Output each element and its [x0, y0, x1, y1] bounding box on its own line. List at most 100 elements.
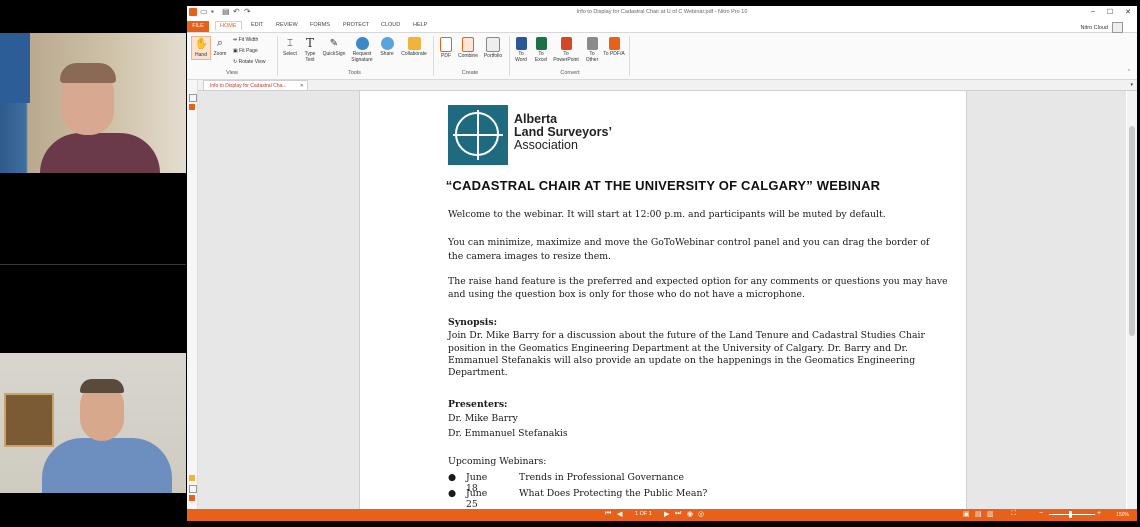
request-signature-icon — [355, 37, 369, 50]
maximize-icon[interactable]: ☐ — [1107, 8, 1113, 16]
to-pdfa-button[interactable]: To PDF/A — [603, 37, 625, 57]
ribbon-collapse-icon[interactable]: ⌃ — [1127, 69, 1131, 75]
presenters-heading: Presenters: — [448, 399, 508, 410]
hand-tool-button[interactable]: ✋ Hand — [191, 36, 211, 60]
portfolio-icon — [486, 37, 500, 52]
zoom-icon: ⌕ — [216, 37, 224, 49]
tab-protect[interactable]: PROTECT — [343, 22, 369, 28]
account-menu[interactable]: Nitro Cloud — [1080, 22, 1123, 33]
create-pdf-button[interactable]: PDF — [437, 37, 455, 59]
document-tab-bar: Info to Display for Cadastral Cha... ✕ ▾ — [187, 80, 1137, 91]
share-cloud-icon — [380, 37, 394, 50]
continuous-view-icon[interactable]: ▤ — [975, 510, 982, 518]
vertical-scrollbar[interactable] — [1127, 91, 1137, 509]
quicksign-icon: ✎ — [329, 38, 339, 49]
powerpoint-icon — [560, 37, 572, 50]
avatar — [1112, 22, 1123, 33]
paragraph-3-line-2: and using the question box is only for t… — [448, 289, 805, 300]
forward-view-icon[interactable]: ◎ — [698, 510, 704, 518]
fit-width-button[interactable]: ⇹ Fit Width — [233, 37, 258, 43]
attachments-panel-icon[interactable] — [189, 485, 197, 493]
tab-forms[interactable]: FORMS — [310, 22, 330, 28]
pdfa-icon — [608, 37, 620, 50]
document-tab[interactable]: Info to Display for Cadastral Cha... ✕ — [203, 80, 308, 90]
create-group-label: Create — [461, 70, 479, 76]
close-tab-icon[interactable]: ✕ — [300, 81, 304, 91]
request-signature-button[interactable]: Request Signature — [349, 37, 375, 63]
to-powerpoint-button[interactable]: To PowerPoint — [551, 37, 581, 63]
share-button[interactable]: Share — [377, 37, 397, 57]
status-bar: ⏮ ◀ 1 OF 1 ▶ ⏭ ◉ ◎ ▣ ▤ ▥ ⛶ − + 150% — [187, 509, 1137, 521]
type-text-icon: T — [305, 36, 314, 50]
paragraph-2-line-2: the camera images to resize them. — [448, 251, 612, 262]
pdf-application-window: ▭ ▪ ▤ ↶ ↷ Info to Display for Cadastral … — [187, 6, 1137, 521]
to-excel-button[interactable]: To Excel — [533, 37, 549, 63]
back-view-icon[interactable]: ◉ — [687, 510, 693, 518]
welcome-paragraph: Welcome to the webinar. It will start at… — [448, 209, 886, 220]
webcam-presenter-2 — [0, 353, 186, 493]
single-page-view-icon[interactable]: ▣ — [963, 510, 970, 518]
output-panel-icon[interactable] — [189, 495, 195, 501]
zoom-slider[interactable] — [1049, 511, 1095, 518]
type-text-button[interactable]: T Type Text — [301, 36, 319, 64]
alsa-logo-icon — [448, 105, 508, 165]
tab-review[interactable]: REVIEW — [276, 22, 298, 28]
document-heading: “CADASTRAL CHAIR AT THE UNIVERSITY OF CA… — [445, 178, 881, 193]
select-button[interactable]: ⌶ Select — [281, 37, 299, 57]
pages-panel-icon[interactable] — [189, 94, 197, 102]
to-word-button[interactable]: To Word — [513, 37, 529, 63]
collaborate-button[interactable]: Collaborate — [399, 37, 429, 57]
next-page-icon[interactable]: ▶ — [664, 510, 669, 518]
paragraph-2-line-1: You can minimize, maximize and move the … — [448, 237, 930, 248]
zoom-out-icon[interactable]: − — [1039, 510, 1043, 517]
convert-group-label: Convert — [560, 70, 580, 76]
view-group-label: View — [226, 70, 238, 76]
zoom-in-icon[interactable]: + — [1097, 510, 1101, 517]
presenter-1: Dr. Mike Barry — [448, 413, 518, 424]
minimize-icon[interactable]: – — [1091, 8, 1095, 16]
tools-group-label: Tools — [348, 70, 361, 76]
page-indicator[interactable]: 1 OF 1 — [635, 511, 652, 517]
previous-page-icon[interactable]: ◀ — [617, 510, 622, 518]
navigation-rail — [187, 80, 198, 510]
document-viewer[interactable]: Alberta Land Surveyors’ Association “CAD… — [198, 91, 1126, 510]
quicksign-button[interactable]: ✎ QuickSign — [321, 37, 347, 57]
zoom-slider-handle[interactable] — [1069, 511, 1072, 518]
window-controls: – ☐ ✕ — [1091, 8, 1131, 16]
zoom-button[interactable]: ⌕ Zoom — [211, 37, 229, 57]
scrollbar-thumb[interactable] — [1129, 126, 1135, 336]
tab-file[interactable]: FILE — [187, 21, 209, 32]
rotate-view-button[interactable]: ↻ Rotate View — [233, 59, 265, 65]
webcam-presenter-1 — [0, 33, 186, 173]
account-label: Nitro Cloud — [1080, 24, 1108, 31]
first-page-icon[interactable]: ⏮ — [605, 510, 611, 518]
combine-icon — [462, 37, 474, 52]
portfolio-button[interactable]: Portfolio — [481, 37, 505, 59]
tab-help[interactable]: HELP — [413, 22, 427, 28]
facing-view-icon[interactable]: ▥ — [987, 510, 994, 518]
fullscreen-icon[interactable]: ⛶ — [1011, 510, 1016, 518]
tab-cloud[interactable]: CLOUD — [381, 22, 400, 28]
bookmarks-panel-icon[interactable] — [189, 104, 195, 110]
pdf-page: Alberta Land Surveyors’ Association “CAD… — [359, 91, 967, 510]
pdf-file-icon — [440, 37, 452, 52]
presenter-2-figure — [42, 438, 172, 493]
tab-edit[interactable]: EDIT — [251, 22, 264, 28]
zoom-level[interactable]: 150% — [1116, 512, 1129, 518]
panel-divider[interactable] — [0, 264, 186, 265]
comments-panel-icon[interactable] — [189, 475, 195, 481]
title-bar: ▭ ▪ ▤ ↶ ↷ Info to Display for Cadastral … — [187, 6, 1137, 21]
window-title: Info to Display for Cadastral Chair at U… — [576, 9, 748, 15]
hand-icon: ✋ — [194, 38, 209, 50]
other-format-icon — [586, 37, 598, 50]
tab-home[interactable]: HOME — [215, 21, 242, 30]
synopsis-line-3: Emmanuel Stefanakis will also provide an… — [448, 355, 916, 366]
tab-list-chevron-icon[interactable]: ▾ — [1130, 82, 1133, 88]
excel-icon — [535, 37, 547, 50]
to-other-button[interactable]: To Other — [583, 37, 601, 63]
close-icon[interactable]: ✕ — [1125, 8, 1131, 16]
combine-button[interactable]: Combine — [457, 37, 479, 59]
synopsis-line-4: Department. — [448, 367, 508, 378]
last-page-icon[interactable]: ⏭ — [675, 510, 681, 518]
fit-page-button[interactable]: ▣ Fit Page — [233, 48, 258, 54]
